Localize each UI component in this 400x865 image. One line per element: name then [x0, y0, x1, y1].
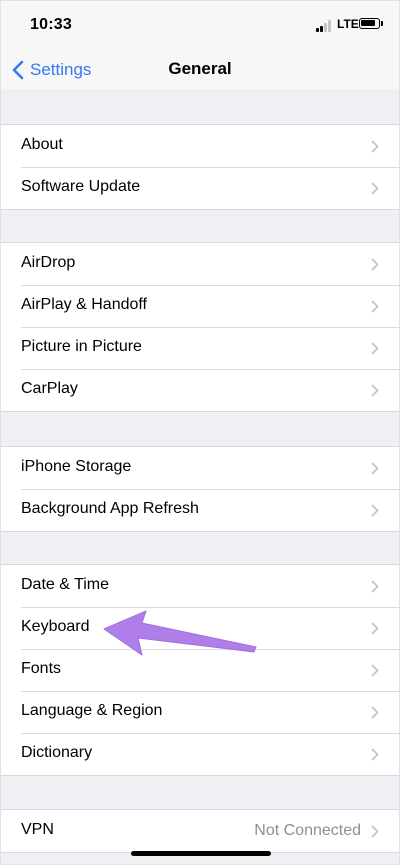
chevron-right-icon [371, 504, 379, 517]
vpn-status-value: Not Connected [254, 822, 361, 839]
row-label: Keyboard [21, 618, 90, 635]
settings-group-5: VPN Not Connected [1, 809, 399, 853]
chevron-right-icon [371, 664, 379, 677]
settings-group-1: About Software Update [1, 124, 399, 210]
date-time-row[interactable]: Date & Time [1, 565, 399, 607]
about-row[interactable]: About [1, 125, 399, 167]
chevron-right-icon [371, 825, 379, 838]
status-time: 10:33 [30, 16, 72, 33]
page-title: General [168, 59, 232, 78]
row-label: Fonts [21, 660, 62, 677]
row-label: Picture in Picture [21, 338, 142, 355]
row-label: iPhone Storage [21, 458, 132, 475]
dictionary-row[interactable]: Dictionary [1, 733, 399, 775]
language-region-row[interactable]: Language & Region [1, 691, 399, 733]
vpn-row[interactable]: VPN Not Connected [1, 810, 399, 852]
iphone-storage-row[interactable]: iPhone Storage [1, 447, 399, 489]
row-label: Background App Refresh [21, 500, 199, 517]
chevron-right-icon [371, 384, 379, 397]
network-type: LTE [337, 17, 359, 31]
chevron-right-icon [371, 140, 379, 153]
settings-group-3: iPhone Storage Background App Refresh [1, 446, 399, 532]
keyboard-row[interactable]: Keyboard [1, 607, 399, 649]
fonts-row[interactable]: Fonts [1, 649, 399, 691]
row-label: Software Update [21, 178, 141, 195]
chevron-right-icon [371, 300, 379, 313]
airdrop-row[interactable]: AirDrop [1, 243, 399, 285]
settings-group-4: Date & Time Keyboard Fonts Language & Re… [1, 564, 399, 776]
cellular-signal-icon [316, 20, 333, 32]
background-app-refresh-row[interactable]: Background App Refresh [1, 489, 399, 531]
row-label: AirDrop [21, 254, 76, 271]
settings-group-2: AirDrop AirPlay & Handoff Picture in Pic… [1, 242, 399, 412]
chevron-right-icon [371, 258, 379, 271]
chevron-right-icon [371, 182, 379, 195]
airplay-handoff-row[interactable]: AirPlay & Handoff [1, 285, 399, 327]
battery-icon [359, 18, 383, 29]
row-label: Date & Time [21, 576, 110, 593]
chevron-right-icon [371, 342, 379, 355]
software-update-row[interactable]: Software Update [1, 167, 399, 209]
row-label: VPN [21, 821, 54, 838]
home-indicator[interactable] [131, 851, 271, 856]
top-bar: 10:33 LTE Settings General [1, 1, 399, 89]
row-label: CarPlay [21, 380, 78, 397]
row-label: Dictionary [21, 744, 93, 761]
row-label: About [21, 136, 63, 153]
chevron-right-icon [371, 462, 379, 475]
settings-screen: 10:33 LTE Settings General About Softwar… [0, 0, 400, 865]
chevron-right-icon [371, 706, 379, 719]
chevron-right-icon [371, 580, 379, 593]
picture-in-picture-row[interactable]: Picture in Picture [1, 327, 399, 369]
row-label: AirPlay & Handoff [21, 296, 147, 313]
chevron-right-icon [371, 748, 379, 761]
row-label: Language & Region [21, 702, 163, 719]
carplay-row[interactable]: CarPlay [1, 369, 399, 411]
chevron-right-icon [371, 622, 379, 635]
